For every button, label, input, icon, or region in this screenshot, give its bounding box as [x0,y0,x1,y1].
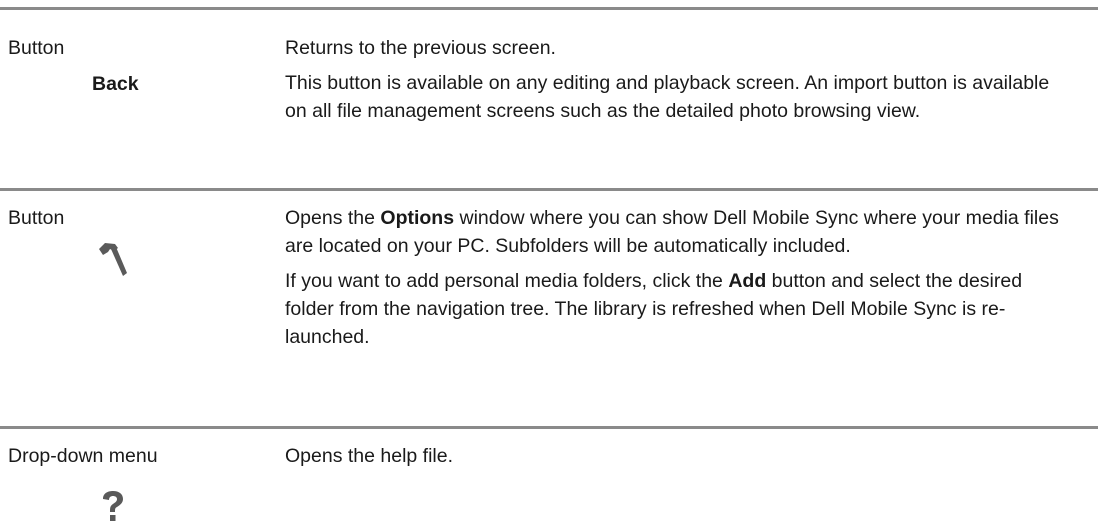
control-type: Button [8,37,65,59]
control-type: Button [8,207,65,229]
back-button-label: Back [92,73,139,95]
description-line: This button is available on any editing … [285,72,1050,122]
document-page: { "rows": [ { "type": "Button", "control… [0,0,1098,531]
hammer-icon [96,240,132,278]
description-line: Opens the Options window where you can s… [285,204,1075,260]
row-description: Opens the help file. [285,442,1075,470]
control-type: Drop-down menu [8,445,158,467]
row-description: Opens the Options window where you can s… [285,204,1075,351]
add-label: Add [728,270,767,292]
question-mark-icon [100,490,126,524]
description-line: Opens the help file. [285,445,454,467]
description-line: Returns to the previous screen. [285,37,556,59]
table-top-rule [0,7,1098,10]
text-segment: If you want to add personal media folder… [285,270,729,292]
description-line: If you want to add personal media folder… [285,267,1075,351]
table-row-divider [0,426,1098,429]
text-segment: Opens the [285,207,381,229]
table-row-divider [0,188,1098,191]
row-description: Returns to the previous screen. This but… [285,34,1075,125]
options-label: Options [380,207,455,229]
